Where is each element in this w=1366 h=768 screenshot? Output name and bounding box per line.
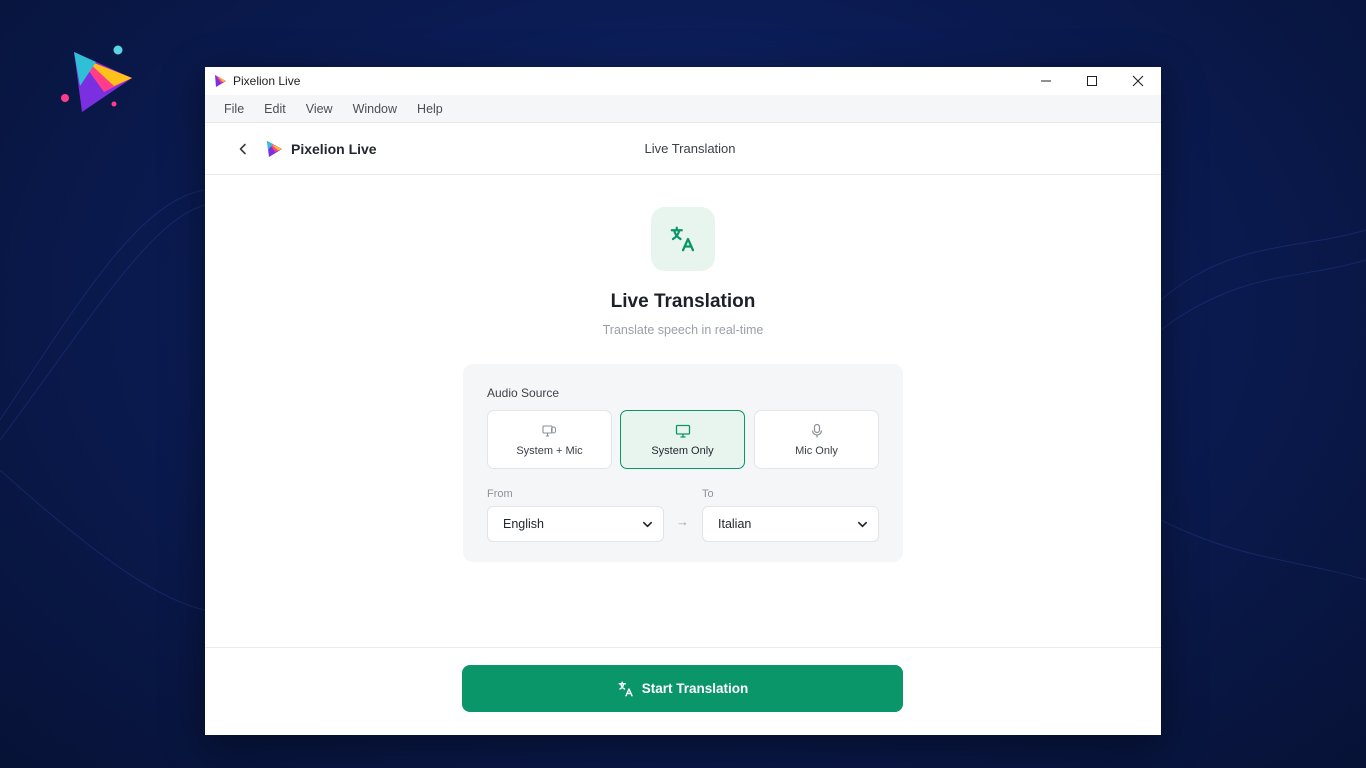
translate-icon xyxy=(670,226,695,252)
system-mic-icon xyxy=(541,424,556,437)
hero-subtitle: Translate speech in real-time xyxy=(602,323,764,337)
minimize-icon xyxy=(1041,80,1051,82)
to-language-select[interactable]: Italian xyxy=(702,506,879,542)
menu-view[interactable]: View xyxy=(296,102,343,116)
app-logo-icon xyxy=(215,75,226,87)
start-translation-label: Start Translation xyxy=(641,681,749,696)
hero-icon-tile xyxy=(651,207,715,271)
microphone-icon xyxy=(811,423,822,437)
page-header: Pixelion Live Live Translation xyxy=(205,123,1161,175)
translate-icon xyxy=(618,681,633,696)
maximize-icon xyxy=(1087,76,1097,86)
footer-bar: Start Translation xyxy=(205,647,1161,735)
source-option-label: System + Mic xyxy=(516,444,583,457)
back-button[interactable] xyxy=(231,137,255,161)
from-label: From xyxy=(487,488,513,500)
chevron-left-icon xyxy=(239,143,246,154)
source-system-only-button[interactable]: System Only xyxy=(620,410,745,469)
title-bar: Pixelion Live xyxy=(205,67,1161,95)
hero-title: Live Translation xyxy=(610,291,756,312)
pixelion-logo xyxy=(61,45,132,112)
chevron-down-icon xyxy=(643,521,652,527)
start-translation-button[interactable]: Start Translation xyxy=(462,665,903,712)
chevron-down-icon xyxy=(858,521,867,527)
main-content: Live Translation Translate speech in rea… xyxy=(205,175,1161,647)
minimize-button[interactable] xyxy=(1023,67,1069,95)
source-option-label: Mic Only xyxy=(795,444,838,457)
window-title: Pixelion Live xyxy=(233,74,301,88)
menu-bar: File Edit View Window Help xyxy=(205,95,1161,123)
close-button[interactable] xyxy=(1115,67,1161,95)
source-system-mic-button[interactable]: System + Mic xyxy=(487,410,612,469)
app-window: Pixelion Live File Edit View Window Help… xyxy=(205,67,1161,735)
from-language-select[interactable]: English xyxy=(487,506,664,542)
to-label: To xyxy=(702,488,714,500)
source-mic-only-button[interactable]: Mic Only xyxy=(754,410,879,469)
menu-help[interactable]: Help xyxy=(407,102,453,116)
from-language-value: English xyxy=(503,517,544,531)
menu-window[interactable]: Window xyxy=(343,102,407,116)
close-icon xyxy=(1132,75,1144,87)
audio-source-label: Audio Source xyxy=(487,386,560,400)
to-language-value: Italian xyxy=(718,517,752,531)
brand-name: Pixelion Live xyxy=(291,140,377,157)
maximize-button[interactable] xyxy=(1069,67,1115,95)
language-arrow: → xyxy=(676,514,689,529)
brand-logo-icon xyxy=(267,140,282,157)
source-option-label: System Only xyxy=(651,444,714,457)
menu-file[interactable]: File xyxy=(214,102,254,116)
monitor-icon xyxy=(675,424,690,438)
settings-card: Audio Source System + Mic System Only Mi… xyxy=(463,364,903,562)
menu-edit[interactable]: Edit xyxy=(254,102,296,116)
